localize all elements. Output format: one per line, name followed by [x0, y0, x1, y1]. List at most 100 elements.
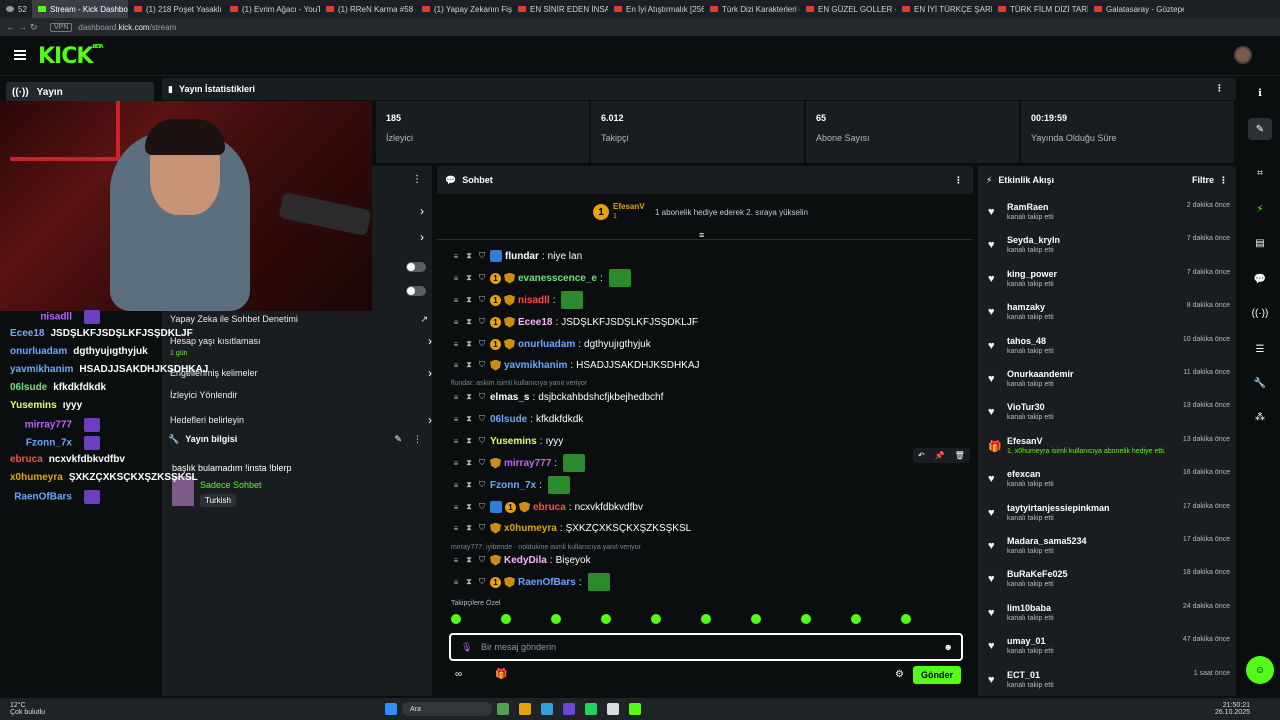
- activity-name[interactable]: taytyirtanjessiepinkman: [1007, 503, 1110, 513]
- emote-icon[interactable]: [601, 614, 611, 624]
- mod-icon[interactable]: ⛉: [477, 436, 487, 446]
- app-icon[interactable]: [497, 703, 510, 715]
- link-icon[interactable]: ∞: [455, 669, 462, 680]
- mod-icon[interactable]: ⛉: [477, 339, 487, 349]
- browser-tab[interactable]: Stream - Kick Dashboard: [32, 0, 128, 18]
- drag-icon[interactable]: ≡: [451, 555, 461, 565]
- kick-logo[interactable]: KICKBETA: [38, 44, 104, 69]
- chevron-right-icon[interactable]: ›: [428, 366, 432, 380]
- back-icon[interactable]: ←: [6, 22, 15, 32]
- drag-icon[interactable]: ≡: [451, 339, 461, 349]
- edit-icon[interactable]: ✎: [1248, 118, 1272, 140]
- spotify-icon[interactable]: [585, 703, 598, 715]
- chat-username[interactable]: Ecee18: [518, 317, 552, 328]
- drag-icon[interactable]: ≡: [451, 523, 461, 533]
- menu-icon[interactable]: [14, 50, 26, 60]
- browser-tab[interactable]: Türk Dizi Karakterleri - O: [704, 0, 800, 18]
- drag-icon[interactable]: ≡: [451, 458, 461, 468]
- user-avatar[interactable]: [1234, 46, 1252, 64]
- browser-tab[interactable]: EN SİNİR EDEN İNSAN Tİ: [512, 0, 608, 18]
- wrench-icon[interactable]: 🔧: [1248, 372, 1272, 394]
- timeout-icon[interactable]: ⧗: [464, 458, 474, 468]
- drag-icon[interactable]: ≡: [451, 480, 461, 490]
- mic-icon[interactable]: 🎙: [461, 642, 472, 653]
- forward-icon[interactable]: →: [18, 22, 27, 32]
- edge-icon[interactable]: [541, 703, 554, 715]
- timeout-icon[interactable]: ⧗: [464, 392, 474, 402]
- app-icon[interactable]: [563, 703, 576, 715]
- timeout-icon[interactable]: ⧗: [464, 360, 474, 370]
- drag-icon[interactable]: ≡: [451, 273, 461, 283]
- browser-tab[interactable]: (1) Evrim Ağacı - YouTube: [224, 0, 320, 18]
- more-icon[interactable]: ⋮: [1215, 83, 1224, 94]
- chat-username[interactable]: Fzonn_7x: [490, 480, 536, 491]
- activity-name[interactable]: EfesanV: [1007, 436, 1043, 446]
- timeout-icon[interactable]: ⧗: [464, 555, 474, 565]
- timeout-icon[interactable]: ⧗: [464, 414, 474, 424]
- activity-name[interactable]: Madara_sama5234: [1007, 536, 1087, 546]
- gift-icon[interactable]: 🎁: [495, 669, 507, 680]
- chat-username[interactable]: ebruca: [533, 502, 566, 513]
- edit-icon[interactable]: ✎: [394, 434, 402, 445]
- more-icon[interactable]: ⋮: [413, 434, 422, 445]
- activity-name[interactable]: VioTur30: [1007, 402, 1045, 412]
- chevron-right-icon[interactable]: ›: [420, 204, 424, 218]
- search-box[interactable]: Ara: [402, 702, 493, 716]
- mod-icon[interactable]: ⛉: [477, 458, 487, 468]
- timeout-icon[interactable]: ⧗: [464, 436, 474, 446]
- crop-icon[interactable]: ⌗: [1248, 162, 1272, 184]
- mod-icon[interactable]: ⛉: [477, 317, 487, 327]
- emote-icon[interactable]: [501, 614, 511, 624]
- activity-name[interactable]: umay_01: [1007, 636, 1046, 646]
- external-link-icon[interactable]: ↗: [420, 314, 428, 325]
- chevron-right-icon[interactable]: ›: [428, 413, 432, 427]
- timeout-icon[interactable]: ⧗: [464, 523, 474, 533]
- mod-icon[interactable]: ⛉: [477, 502, 487, 512]
- activity-name[interactable]: BuRaKeFe025: [1007, 569, 1068, 579]
- browser-tab[interactable]: (1) RReN Karma #58 - Yo: [320, 0, 416, 18]
- chat-username[interactable]: KedyDila: [504, 555, 547, 566]
- chat-username[interactable]: mirray777: [504, 458, 551, 469]
- chat-username[interactable]: RaenOfBars: [518, 577, 576, 588]
- browser-tab[interactable]: EN İYİ TÜRKÇE ŞARKI -: [896, 0, 992, 18]
- ai-moderation-row[interactable]: Yapay Zeka ile Sohbet Denetimi ↗: [170, 312, 432, 326]
- timeout-icon[interactable]: ⧗: [464, 295, 474, 305]
- chat-username[interactable]: onurluadam: [518, 339, 575, 350]
- chat-username[interactable]: x0humeyra: [504, 523, 557, 534]
- doc-icon[interactable]: ▤: [1248, 232, 1272, 254]
- support-icon[interactable]: ☺: [1246, 656, 1274, 684]
- tab-counter[interactable]: 52: [0, 0, 32, 18]
- reply-icon[interactable]: ↶: [918, 451, 925, 460]
- timeout-icon[interactable]: ⧗: [464, 317, 474, 327]
- drag-icon[interactable]: ≡: [451, 317, 461, 327]
- activity-name[interactable]: lim10baba: [1007, 603, 1051, 613]
- clock[interactable]: 21:50:21 26.10.2025: [1215, 702, 1250, 716]
- emote-icon[interactable]: [451, 614, 461, 624]
- drag-icon[interactable]: ≡: [451, 414, 461, 424]
- browser-tab[interactable]: Galatasaray - Göztepe Ma: [1088, 0, 1184, 18]
- browser-tab[interactable]: (1) Yapay Zekanın Fişini Ç: [416, 0, 512, 18]
- weather[interactable]: 12°C Çok bulutlu: [10, 702, 45, 716]
- drag-icon[interactable]: ≡: [451, 251, 461, 261]
- emote-icon[interactable]: [801, 614, 811, 624]
- bolt-icon[interactable]: ⚡: [1248, 198, 1272, 220]
- activity-name[interactable]: king_power: [1007, 269, 1057, 279]
- activity-name[interactable]: RamRaen: [1007, 202, 1049, 212]
- reload-icon[interactable]: ↻: [30, 22, 38, 33]
- timeout-icon[interactable]: ⧗: [464, 251, 474, 261]
- more-icon[interactable]: ⋮: [1219, 175, 1228, 186]
- drag-icon[interactable]: ≡: [451, 436, 461, 446]
- mod-icon[interactable]: ⛉: [477, 577, 487, 587]
- timeout-icon[interactable]: ⧗: [464, 577, 474, 587]
- emoji-icon[interactable]: ☻: [944, 642, 953, 652]
- toggle-switch[interactable]: [406, 262, 426, 272]
- windows-icon[interactable]: [385, 703, 398, 715]
- drag-icon[interactable]: ≡: [451, 295, 461, 305]
- emote-icon[interactable]: [851, 614, 861, 624]
- nav-yayin[interactable]: ((·)) Yayın: [6, 82, 154, 102]
- browser-tab[interactable]: (1) 218 Poşet Yasaklı Mad: [128, 0, 224, 18]
- chat-icon[interactable]: 💬: [1248, 268, 1272, 290]
- chat-username[interactable]: Yusemins: [490, 436, 537, 447]
- redirect-viewers-row[interactable]: İzleyici Yönlendir: [170, 388, 432, 402]
- more-icon[interactable]: ⋮: [954, 175, 963, 186]
